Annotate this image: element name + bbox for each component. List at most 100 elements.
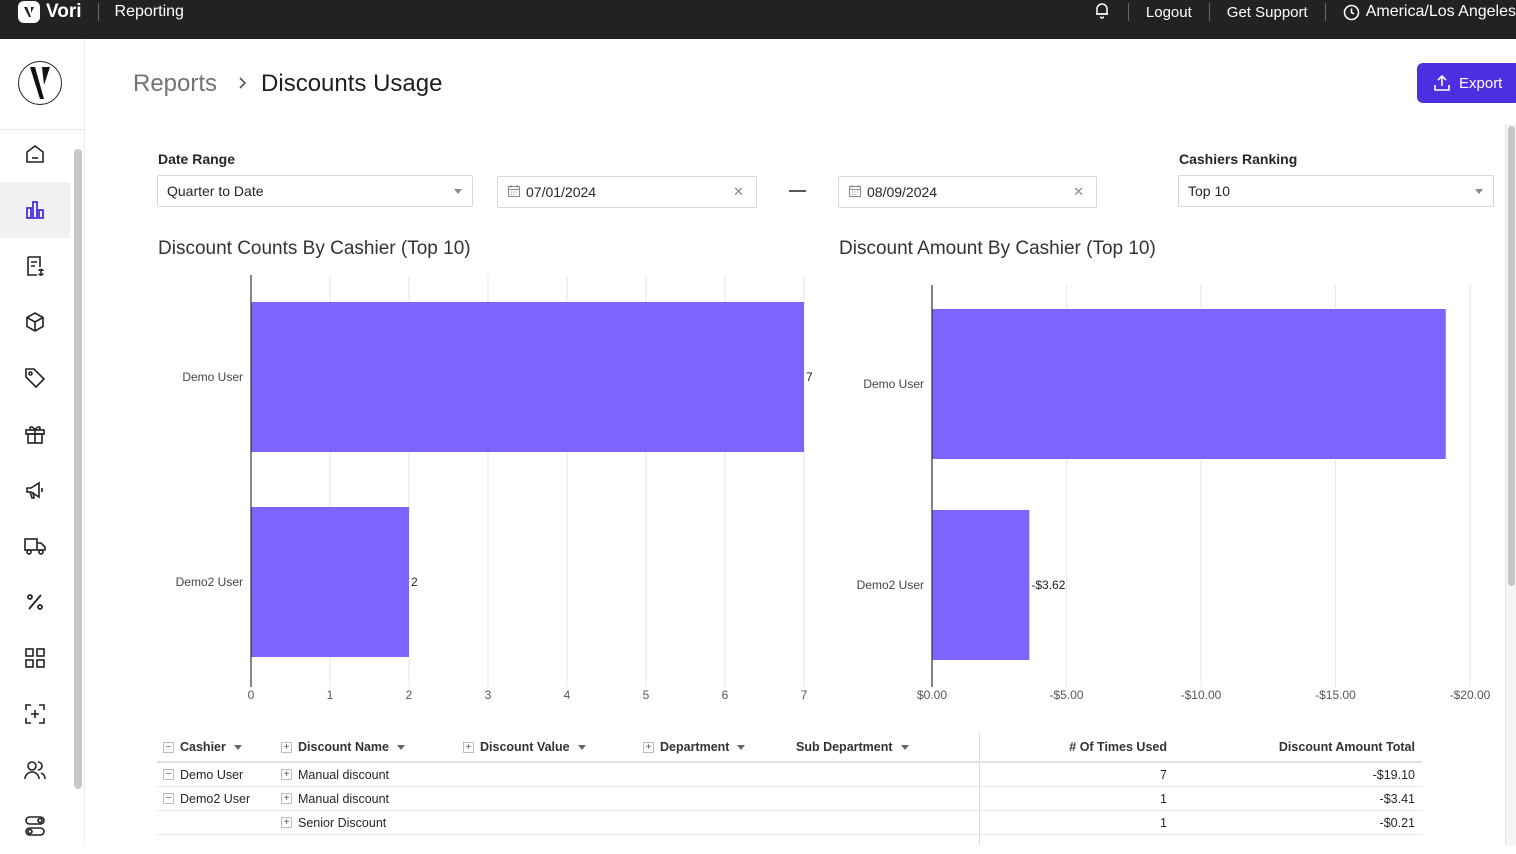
times-used-cell: 1 — [1160, 791, 1167, 806]
tag-icon — [25, 368, 46, 389]
logout-link[interactable]: Logout — [1146, 4, 1192, 21]
clear-icon[interactable]: ✕ — [733, 184, 744, 200]
sidebar-item-discounts[interactable] — [0, 574, 70, 630]
caret-down-icon[interactable] — [900, 744, 909, 750]
x-tick-label: $0.00 — [917, 688, 947, 702]
cashiers-ranking-select[interactable]: Top 10 — [1178, 175, 1494, 207]
expand-icon[interactable]: + — [463, 741, 474, 753]
category-label: Demo User — [863, 377, 924, 391]
sidebar-item-gifts[interactable] — [0, 406, 70, 462]
sidebar-item-billing[interactable] — [0, 238, 70, 294]
collapse-icon[interactable]: − — [163, 769, 174, 780]
expand-icon[interactable]: + — [643, 741, 654, 753]
caret-down-icon[interactable] — [233, 744, 242, 750]
discount-amount-chart: $0.00 -$5.00 -$10.00 -$15.00 -$20.00 Demo Use… — [857, 285, 1491, 702]
caret-down-icon — [454, 189, 462, 194]
sidebar-scrollbar[interactable] — [74, 149, 82, 789]
x-tick-label: 1 — [327, 688, 334, 702]
bell-icon[interactable] — [1093, 1, 1111, 23]
expand-icon[interactable]: + — [281, 769, 292, 780]
collapse-icon[interactable]: − — [163, 793, 174, 804]
megaphone-icon — [26, 481, 43, 499]
col-discount-value-label: Discount Value — [480, 740, 570, 754]
discount-name-value: Manual discount — [298, 767, 390, 782]
start-date-input[interactable]: 07/01/2024 ✕ — [497, 176, 757, 208]
discounts-table: − Cashier + Discount Name + Discount Val… — [157, 733, 1422, 845]
amount-total-cell: -$19.10 — [1372, 767, 1415, 782]
export-button[interactable]: Export — [1417, 63, 1516, 103]
vori-logo-icon[interactable] — [18, 61, 62, 105]
date-range-select[interactable]: Quarter to Date — [157, 175, 473, 207]
divider — [97, 2, 99, 21]
sidebar-item-users[interactable] — [0, 742, 70, 798]
col-amount-total[interactable]: Discount Amount Total — [1217, 733, 1415, 761]
cashier-value: Demo User — [180, 767, 244, 782]
collapse-icon[interactable]: − — [163, 741, 174, 753]
table-row[interactable]: − Demo2 User + Manual discount 1 -$3.41 — [157, 787, 1422, 811]
cashier-value: Demo2 User — [180, 791, 251, 806]
discount-name-value: Senior Discount — [298, 815, 387, 830]
clock-icon — [1343, 4, 1360, 21]
receipt-dollar-icon — [27, 256, 44, 276]
x-tick-label: 7 — [801, 688, 808, 702]
caret-down-icon[interactable] — [737, 744, 746, 750]
col-discount-value[interactable]: + Discount Value — [463, 733, 586, 761]
caret-down-icon — [1475, 189, 1483, 194]
category-label: Demo User — [182, 370, 243, 384]
divider — [1324, 3, 1326, 21]
top-bar: Vori Reporting Logout Get Support Americ… — [0, 0, 1516, 39]
sidebar-item-pricing[interactable] — [0, 350, 70, 406]
cashier-cell: − Demo User — [163, 763, 243, 786]
x-tick-label: -$20.00 — [1450, 688, 1491, 702]
col-times-used[interactable]: # Of Times Used — [1007, 733, 1167, 761]
caret-down-icon[interactable] — [577, 744, 586, 750]
bar — [251, 302, 804, 452]
users-icon — [24, 761, 46, 780]
export-label: Export — [1459, 74, 1503, 92]
brand[interactable]: Vori Reporting — [18, 0, 184, 24]
table-row[interactable]: − Demo User + Manual discount 7 -$19.10 — [157, 763, 1422, 787]
bar — [932, 510, 1030, 660]
timezone-selector[interactable]: America/Los Angeles — [1366, 3, 1516, 21]
start-date-value: 07/01/2024 — [526, 184, 597, 200]
discount-name-value: Manual discount — [298, 791, 390, 806]
col-sub-department[interactable]: Sub Department — [796, 733, 909, 761]
scan-add-icon — [25, 704, 45, 724]
calendar-icon — [848, 184, 862, 201]
expand-icon[interactable]: + — [281, 817, 292, 828]
sidebar-item-scan[interactable] — [0, 686, 70, 742]
sidebar-item-marketing[interactable] — [0, 462, 70, 518]
breadcrumb: Reports Discounts Usage — [133, 70, 442, 98]
sidebar — [0, 39, 85, 845]
col-cashier-label: Cashier — [180, 740, 226, 754]
sidebar-item-settings[interactable] — [0, 798, 70, 854]
col-department[interactable]: + Department — [643, 733, 746, 761]
clear-icon[interactable]: ✕ — [1073, 184, 1084, 200]
cashiers-ranking-label: Cashiers Ranking — [1179, 151, 1298, 167]
brand-name: Vori — [46, 0, 82, 22]
page-title: Discounts Usage — [261, 70, 443, 97]
table-row[interactable]: + Senior Discount 1 -$0.21 — [157, 811, 1422, 835]
col-cashier[interactable]: − Cashier — [163, 733, 242, 761]
chevron-right-icon — [237, 74, 247, 95]
expand-icon[interactable]: + — [281, 793, 292, 804]
sidebar-item-apps[interactable] — [0, 630, 70, 686]
breadcrumb-reports-link[interactable]: Reports — [133, 70, 217, 98]
sidebar-item-reporting[interactable] — [0, 182, 70, 238]
get-support-link[interactable]: Get Support — [1227, 4, 1308, 21]
sidebar-item-home[interactable] — [0, 126, 70, 182]
end-date-input[interactable]: 08/09/2024 ✕ — [838, 176, 1097, 208]
x-tick-label: 5 — [643, 688, 650, 702]
x-tick-label: -$10.00 — [1181, 688, 1222, 702]
discount-name-cell: + Manual discount — [281, 763, 389, 786]
gift-icon — [25, 426, 45, 444]
x-tick-label: 3 — [485, 688, 492, 702]
bar-chart-icon — [26, 201, 44, 219]
sidebar-item-products[interactable] — [0, 294, 70, 350]
col-discount-name[interactable]: + Discount Name — [281, 733, 405, 761]
expand-icon[interactable]: + — [281, 741, 292, 753]
x-tick-label: -$5.00 — [1049, 688, 1083, 702]
col-department-label: Department — [660, 740, 730, 754]
sidebar-item-delivery[interactable] — [0, 518, 70, 574]
caret-down-icon[interactable] — [397, 744, 405, 750]
